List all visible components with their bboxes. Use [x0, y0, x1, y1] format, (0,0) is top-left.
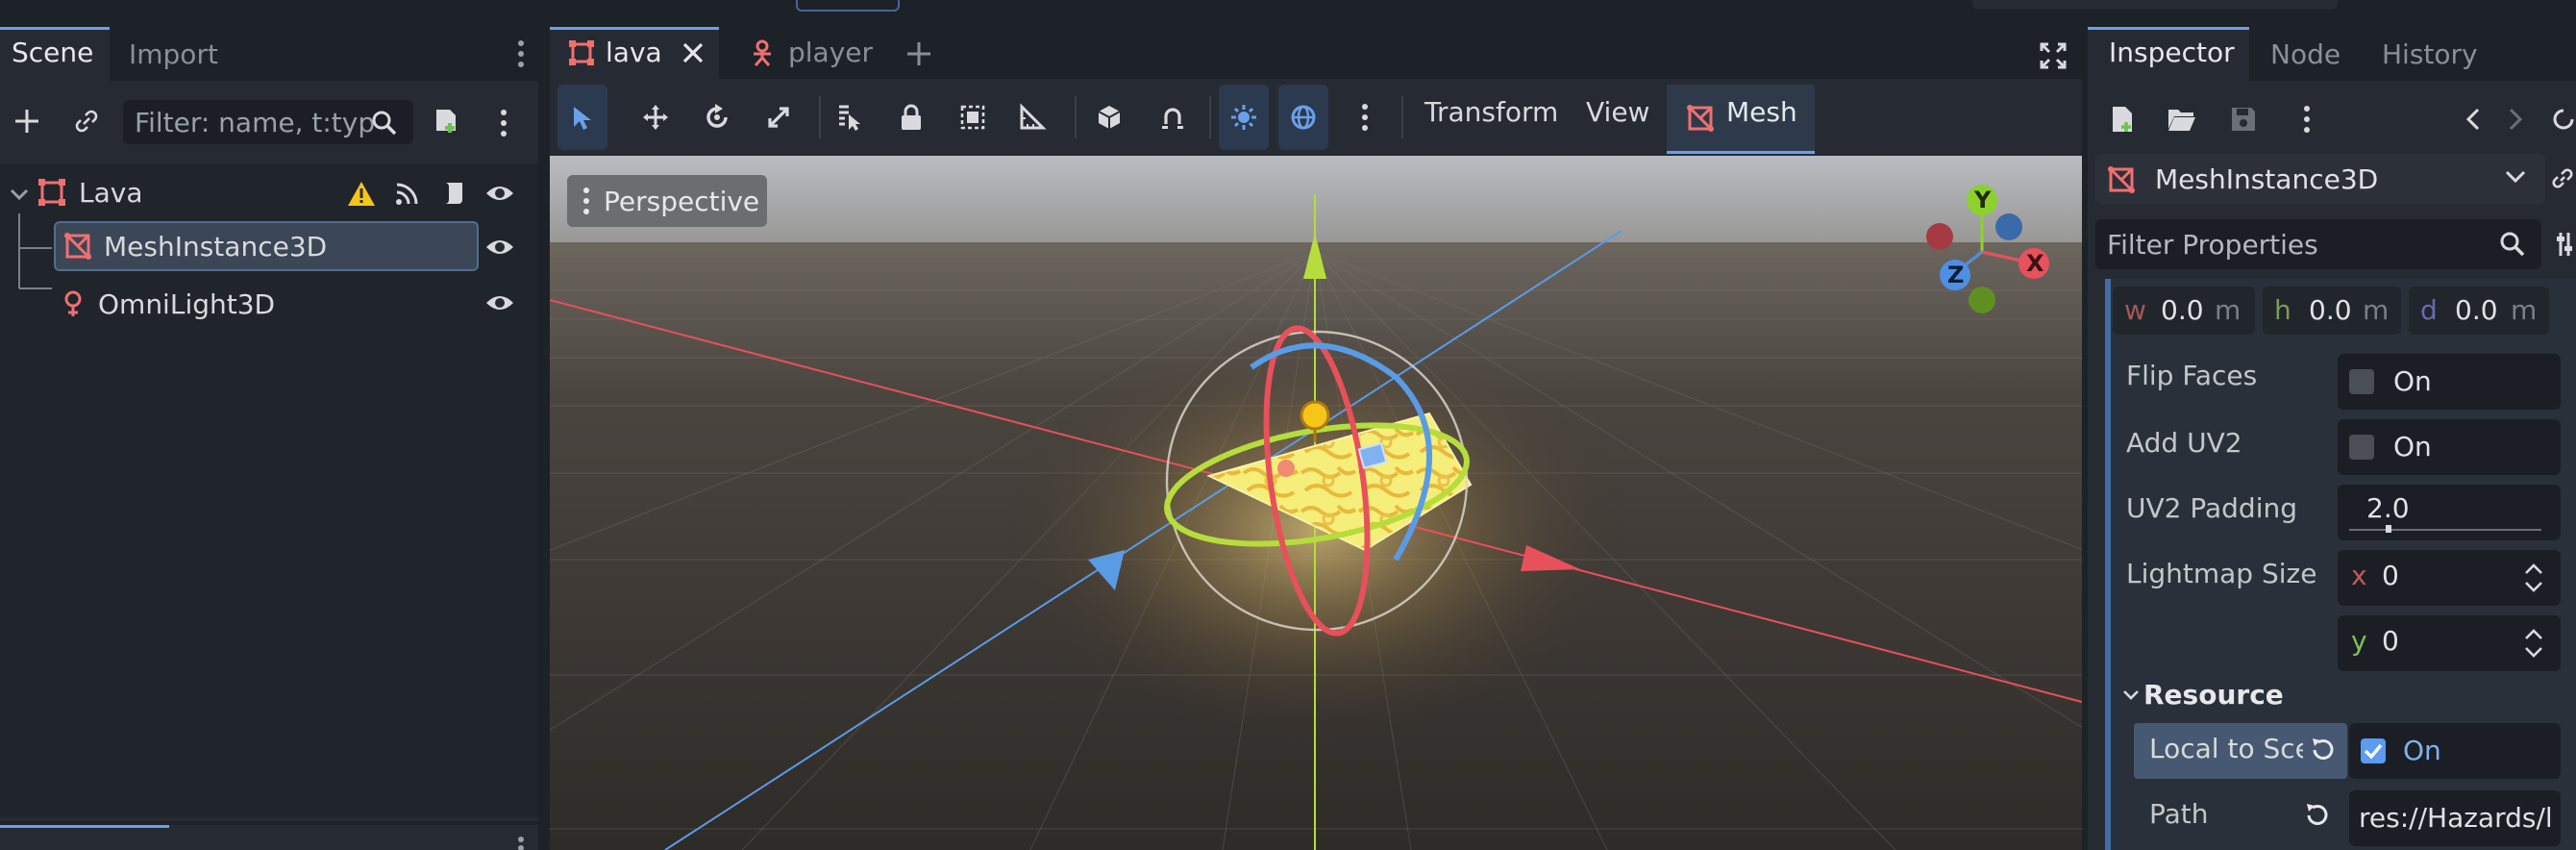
scene-dock-tabs: Scene Import [0, 27, 538, 81]
tree-item-meshinstance3d[interactable]: MeshInstance3D [54, 221, 479, 271]
menu-view[interactable]: View [1586, 96, 1649, 128]
path-label: Path [2149, 798, 2209, 830]
new-tab-icon[interactable] [902, 37, 936, 71]
bottom-dock-tabs [0, 825, 538, 850]
search-icon [2493, 225, 2532, 263]
revert-icon[interactable] [2303, 802, 2330, 829]
inspector-tabs: Inspector Node History [2088, 27, 2576, 81]
uv2-padding-slider[interactable]: 2.0 [2338, 485, 2561, 540]
chevron-down-icon [2122, 688, 2140, 702]
editor-tab-bar: lava player [550, 27, 2082, 79]
lightmap-size-label: Lightmap Size [2126, 558, 2317, 589]
menu-transform[interactable]: Transform [1424, 96, 1558, 128]
scene-menu-icon[interactable] [494, 104, 513, 142]
size-w-field[interactable]: w 0.0 m [2113, 287, 2255, 335]
attach-script-icon[interactable] [427, 102, 465, 140]
snap-icon[interactable] [1148, 85, 1198, 150]
top-bar-region [1972, 0, 2338, 10]
signals-icon[interactable] [390, 177, 425, 210]
flip-faces-label: Flip Faces [2126, 360, 2258, 391]
local-to-scene-label-cell[interactable]: Local to Sce [2134, 723, 2347, 779]
dock-menu-icon[interactable] [517, 38, 525, 69]
environment-preview-icon[interactable] [1278, 85, 1328, 150]
resource-path-field[interactable]: res://Hazards/l [2349, 790, 2561, 846]
checkbox-checked[interactable] [2361, 738, 2386, 763]
scale-tool-icon[interactable] [754, 85, 804, 150]
sun-preview-icon[interactable] [1219, 85, 1269, 150]
spinner-icon[interactable] [2522, 562, 2545, 594]
resource-section-header[interactable]: Resource [2115, 673, 2557, 717]
local-to-scene-toggle[interactable]: On [2349, 723, 2561, 779]
move-tool-icon[interactable] [631, 85, 681, 150]
new-resource-icon[interactable] [2105, 100, 2140, 138]
more-options-icon[interactable] [1340, 85, 1390, 150]
history-forward-icon[interactable] [2501, 100, 2530, 138]
add-uv2-label: Add UV2 [2126, 427, 2242, 459]
tab-lava[interactable]: lava [550, 27, 719, 79]
list-select-icon[interactable] [825, 85, 875, 150]
mesh-instance-icon [1686, 104, 1715, 133]
visibility-eye-icon[interactable] [483, 287, 517, 319]
tab-player[interactable]: player [740, 27, 900, 79]
perspective-menu[interactable]: Perspective [567, 175, 767, 227]
lightmap-size-x-field[interactable]: x 0 [2338, 550, 2561, 606]
instantiate-scene-icon[interactable] [69, 104, 104, 138]
search-icon [365, 104, 404, 142]
rotate-tool-icon[interactable] [692, 85, 742, 150]
mesh-instance-icon [63, 232, 92, 261]
distraction-free-icon[interactable] [2034, 37, 2072, 75]
menu-mesh[interactable]: Mesh [1667, 85, 1815, 154]
script-icon[interactable] [436, 177, 471, 210]
add-uv2-toggle[interactable]: On [2338, 419, 2561, 475]
local-space-icon[interactable] [1084, 85, 1134, 150]
visibility-eye-icon[interactable] [483, 231, 517, 263]
gizmo-label-x: X [2026, 250, 2044, 277]
group-icon[interactable] [948, 85, 998, 150]
add-node-icon[interactable] [10, 104, 44, 138]
lock-icon[interactable] [886, 85, 936, 150]
omni-light-icon [62, 289, 85, 318]
close-icon[interactable] [681, 40, 706, 65]
checkbox[interactable] [2349, 369, 2374, 394]
gizmo-label-z: Z [1947, 262, 1965, 288]
menu-dots-icon [582, 187, 590, 215]
history-back-icon[interactable] [2459, 100, 2488, 138]
open-folder-icon[interactable] [2165, 100, 2199, 138]
filter-settings-icon[interactable] [2553, 225, 2576, 263]
ruler-icon[interactable] [1007, 85, 1057, 150]
revert-icon[interactable] [2309, 737, 2336, 763]
node-type-selector[interactable]: MeshInstance3D [2095, 154, 2545, 204]
tab-history[interactable]: History [2382, 38, 2478, 70]
uv2-padding-label: UV2 Padding [2126, 492, 2297, 524]
checkbox[interactable] [2349, 435, 2374, 460]
save-icon[interactable] [2226, 100, 2261, 138]
dock-menu-icon[interactable] [517, 835, 525, 850]
filter-properties-input[interactable]: Filter Properties [2095, 219, 2541, 269]
chevron-down-icon [2505, 169, 2526, 185]
3d-viewport[interactable] [550, 156, 2082, 850]
character-icon [748, 38, 777, 67]
main-screen-tab-indicator[interactable] [796, 0, 900, 12]
spinner-icon[interactable] [2522, 627, 2545, 660]
tab-node[interactable]: Node [2270, 38, 2341, 70]
size-h-field[interactable]: h 0.0 m [2263, 287, 2401, 335]
select-tool-icon[interactable] [557, 85, 607, 150]
tab-inspector[interactable]: Inspector [2088, 27, 2249, 81]
node3d-icon [567, 38, 596, 67]
tab-import[interactable]: Import [129, 38, 218, 70]
tree-item-omnilight3d[interactable]: OmniLight3D [62, 279, 484, 329]
object-properties-icon[interactable] [2553, 100, 2576, 138]
visibility-eye-icon[interactable] [483, 177, 517, 210]
more-options-icon[interactable] [2295, 100, 2318, 138]
lightmap-size-y-field[interactable]: y 0 [2338, 615, 2561, 671]
flip-faces-toggle[interactable]: On [2338, 354, 2561, 410]
gizmo-label-y: Y [1974, 187, 1992, 213]
warning-icon[interactable] [344, 177, 379, 210]
size-d-field[interactable]: d 0.0 m [2409, 287, 2549, 335]
mesh-instance-icon [2107, 165, 2136, 194]
tab-scene[interactable]: Scene [0, 27, 110, 81]
link-icon[interactable] [2549, 160, 2576, 198]
node3d-icon [37, 177, 67, 208]
